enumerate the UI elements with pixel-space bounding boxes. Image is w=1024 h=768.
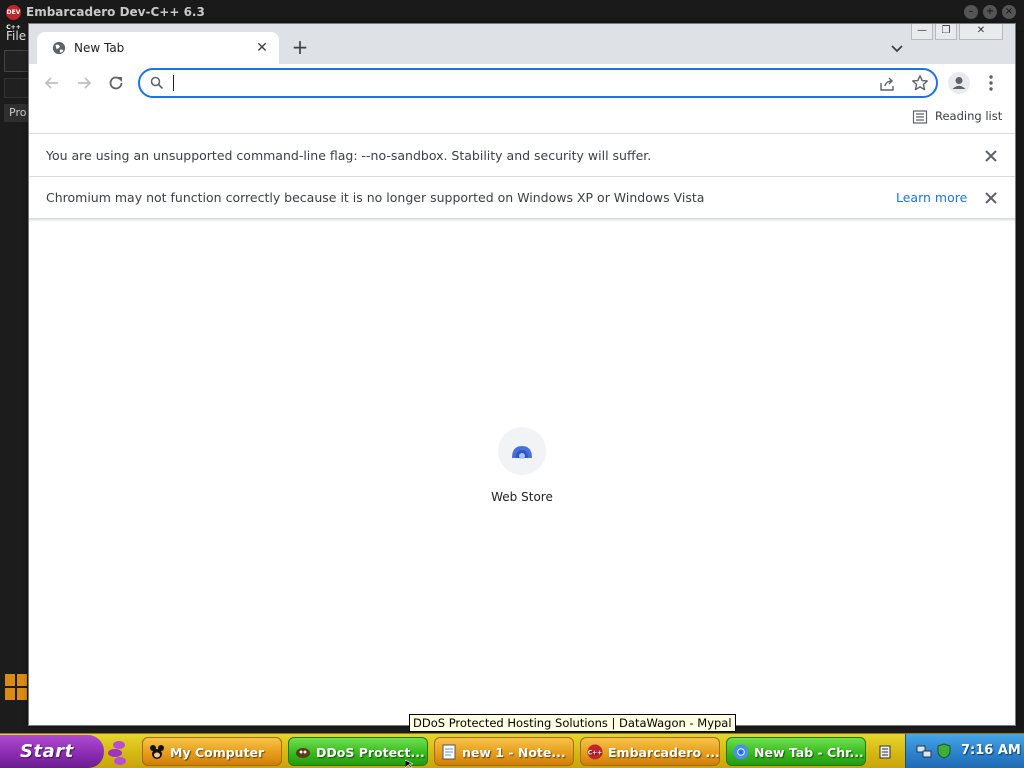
devcpp-menu-file[interactable]: File [6,29,26,43]
devcpp-logo-icon: DEV C++ [6,5,21,31]
window-controls: — ❐ ✕ [911,24,1003,40]
task-label: DDoS Protect... [316,745,425,760]
tab-strip: New Tab ✕ + — ❐ ✕ [29,24,1015,64]
search-icon [150,76,164,90]
close-icon[interactable] [982,189,1000,207]
task-embarcadero[interactable]: C++ Embarcadero ... [580,737,720,766]
mypal-icon [296,748,310,758]
close-icon[interactable] [982,147,1000,165]
devcpp-grid-icon[interactable] [5,674,27,702]
web-store-icon [498,427,546,475]
task-label: Embarcadero ... [608,745,720,760]
profile-avatar-icon[interactable] [948,72,970,94]
minimize-button[interactable]: — [911,24,933,40]
chromium-icon [733,744,749,760]
globe-icon [52,41,66,55]
mickey-icon [150,745,164,759]
text-caret [173,75,174,91]
network-icon[interactable] [916,743,932,759]
devcpp-minimize-button[interactable]: – [964,5,978,19]
chromium-window: New Tab ✕ + — ❐ ✕ Reading list You are u… [28,23,1016,726]
clock[interactable]: 7:16 AM [961,734,1021,767]
restore-button[interactable]: ❐ [935,24,957,40]
notepad-icon [442,744,456,760]
more-menu-icon[interactable] [984,72,998,94]
devcpp-toolbar-button[interactable] [4,50,30,72]
task-notepad[interactable]: new 1 - Note... [434,737,574,766]
share-icon[interactable] [878,75,896,93]
tab-search-chevron-icon[interactable] [887,38,907,58]
address-input[interactable] [170,73,860,93]
svg-text:C++: C++ [588,750,602,757]
reading-list-button[interactable]: Reading list [935,102,1002,130]
infobar-message: Chromium may not function correctly beca… [46,190,705,205]
learn-more-link[interactable]: Learn more [896,177,967,219]
tab-close-icon[interactable]: ✕ [253,39,271,57]
tab-title: New Tab [74,41,125,55]
devcpp-icon: C++ [587,744,603,760]
close-window-button[interactable]: ✕ [959,24,1003,40]
infobar-sandbox-warning: You are using an unsupported command-lin… [29,135,1015,177]
omnibox[interactable] [138,68,938,98]
devcpp-edge [1016,30,1024,730]
content-divider [29,218,1015,222]
bookmarks-bar: Reading list [29,102,1015,134]
shortcut-web-store[interactable]: Web Store [478,424,566,514]
reload-icon[interactable] [105,72,127,94]
devcpp-title-bar[interactable]: DEV C++ Embarcadero Dev-C++ 6.3 [0,0,1024,31]
forward-arrow-icon[interactable] [73,72,95,94]
shortcut-label: Web Store [491,490,553,504]
browser-toolbar [29,64,1015,102]
devcpp-close-button[interactable]: × [1002,5,1016,19]
task-new-tab-chromium[interactable]: New Tab - Chr... [726,737,866,766]
devcpp-window-controls: – + × [964,5,1016,19]
devcpp-project-tab[interactable]: Pro [4,104,30,122]
devcpp-maximize-button[interactable]: + [983,5,997,19]
quicklaunch-icon[interactable] [106,738,128,766]
task-label: new 1 - Note... [462,745,566,760]
taskbar: Start My Computer DDoS Protect... new 1 … [0,733,1024,768]
security-shield-icon[interactable] [936,743,952,759]
taskbar-tooltip: DDoS Protected Hosting Solutions | DataW… [409,714,736,732]
task-label: New Tab - Chr... [754,745,864,760]
tab-new-tab[interactable]: New Tab ✕ [37,32,279,64]
system-tray: 7:16 AM [905,734,1024,768]
reading-list-icon[interactable] [912,109,928,125]
show-hidden-icons-icon[interactable] [874,740,896,764]
back-arrow-icon[interactable] [41,72,63,94]
task-my-computer[interactable]: My Computer [142,737,282,766]
new-tab-button[interactable]: + [289,36,311,58]
infobar-unsupported-os: Chromium may not function correctly beca… [29,177,1015,219]
mouse-cursor-icon [405,760,414,768]
devcpp-title: Embarcadero Dev-C++ 6.3 [26,5,205,19]
task-label: My Computer [170,745,265,760]
devcpp-toolbar-button[interactable] [4,78,30,98]
bookmark-star-icon[interactable] [911,74,929,92]
infobar-message: You are using an unsupported command-lin… [46,148,652,163]
start-button[interactable]: Start [0,735,104,768]
